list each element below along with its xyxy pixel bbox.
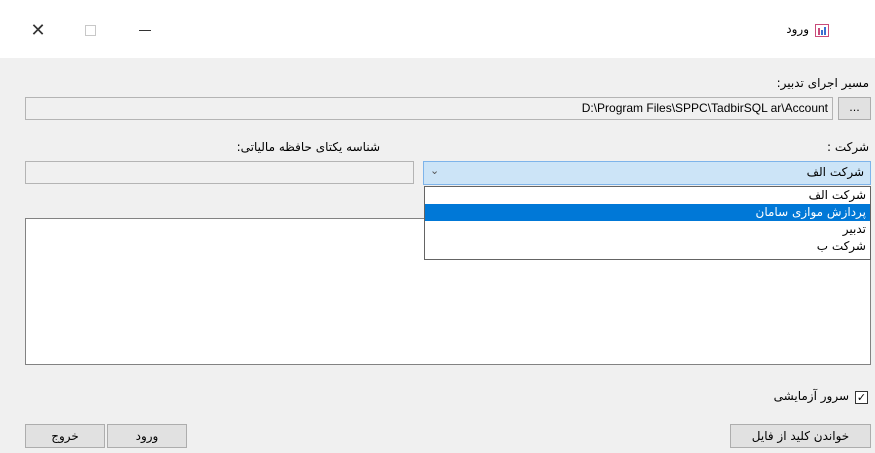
tax-id-field[interactable]	[25, 161, 414, 184]
tax-id-label: شناسه یکتای حافظه مالیاتی:	[236, 140, 380, 154]
minimize-icon	[139, 29, 151, 31]
checkmark-icon: ✓	[856, 391, 867, 404]
path-label: مسیر اجرای تدبیر:	[776, 76, 869, 90]
dropdown-option[interactable]: شرکت الف	[425, 187, 870, 204]
login-button[interactable]: ورود	[107, 424, 187, 448]
maximize-button[interactable]	[70, 14, 110, 46]
login-window: ورود ✕ مسیر اجرای تدبیر: D:\Program File…	[0, 0, 875, 453]
company-selected-value: شرکت الف	[806, 165, 864, 179]
title-bar: ورود ✕	[0, 0, 875, 58]
browse-button[interactable]: ...	[838, 97, 871, 120]
maximize-icon	[84, 24, 96, 36]
test-server-checkbox[interactable]: ✓	[855, 391, 868, 404]
dropdown-option[interactable]: تدبیر	[425, 221, 870, 238]
window-title: ورود	[786, 22, 809, 36]
company-dropdown-list: شرکت الف پردازش موازی سامان تدبیر شرکت ب	[424, 186, 871, 260]
dropdown-option[interactable]: شرکت ب	[425, 238, 870, 255]
company-select[interactable]: شرکت الف ⌄	[423, 161, 871, 185]
close-icon: ✕	[30, 19, 46, 41]
app-icon	[815, 24, 829, 37]
exit-button[interactable]: خروج	[25, 424, 105, 448]
close-button[interactable]: ✕	[18, 14, 58, 46]
minimize-button[interactable]	[125, 14, 165, 46]
path-field[interactable]: D:\Program Files\SPPC\TadbirSQL ar\Accou…	[25, 97, 833, 120]
dropdown-option-highlighted[interactable]: پردازش موازی سامان	[425, 204, 870, 221]
test-server-label: سرور آزمایشی	[773, 389, 849, 403]
chevron-down-icon: ⌄	[430, 164, 440, 177]
company-label: شرکت :	[826, 140, 869, 154]
read-key-button[interactable]: خواندن کلید از فایل	[730, 424, 871, 448]
